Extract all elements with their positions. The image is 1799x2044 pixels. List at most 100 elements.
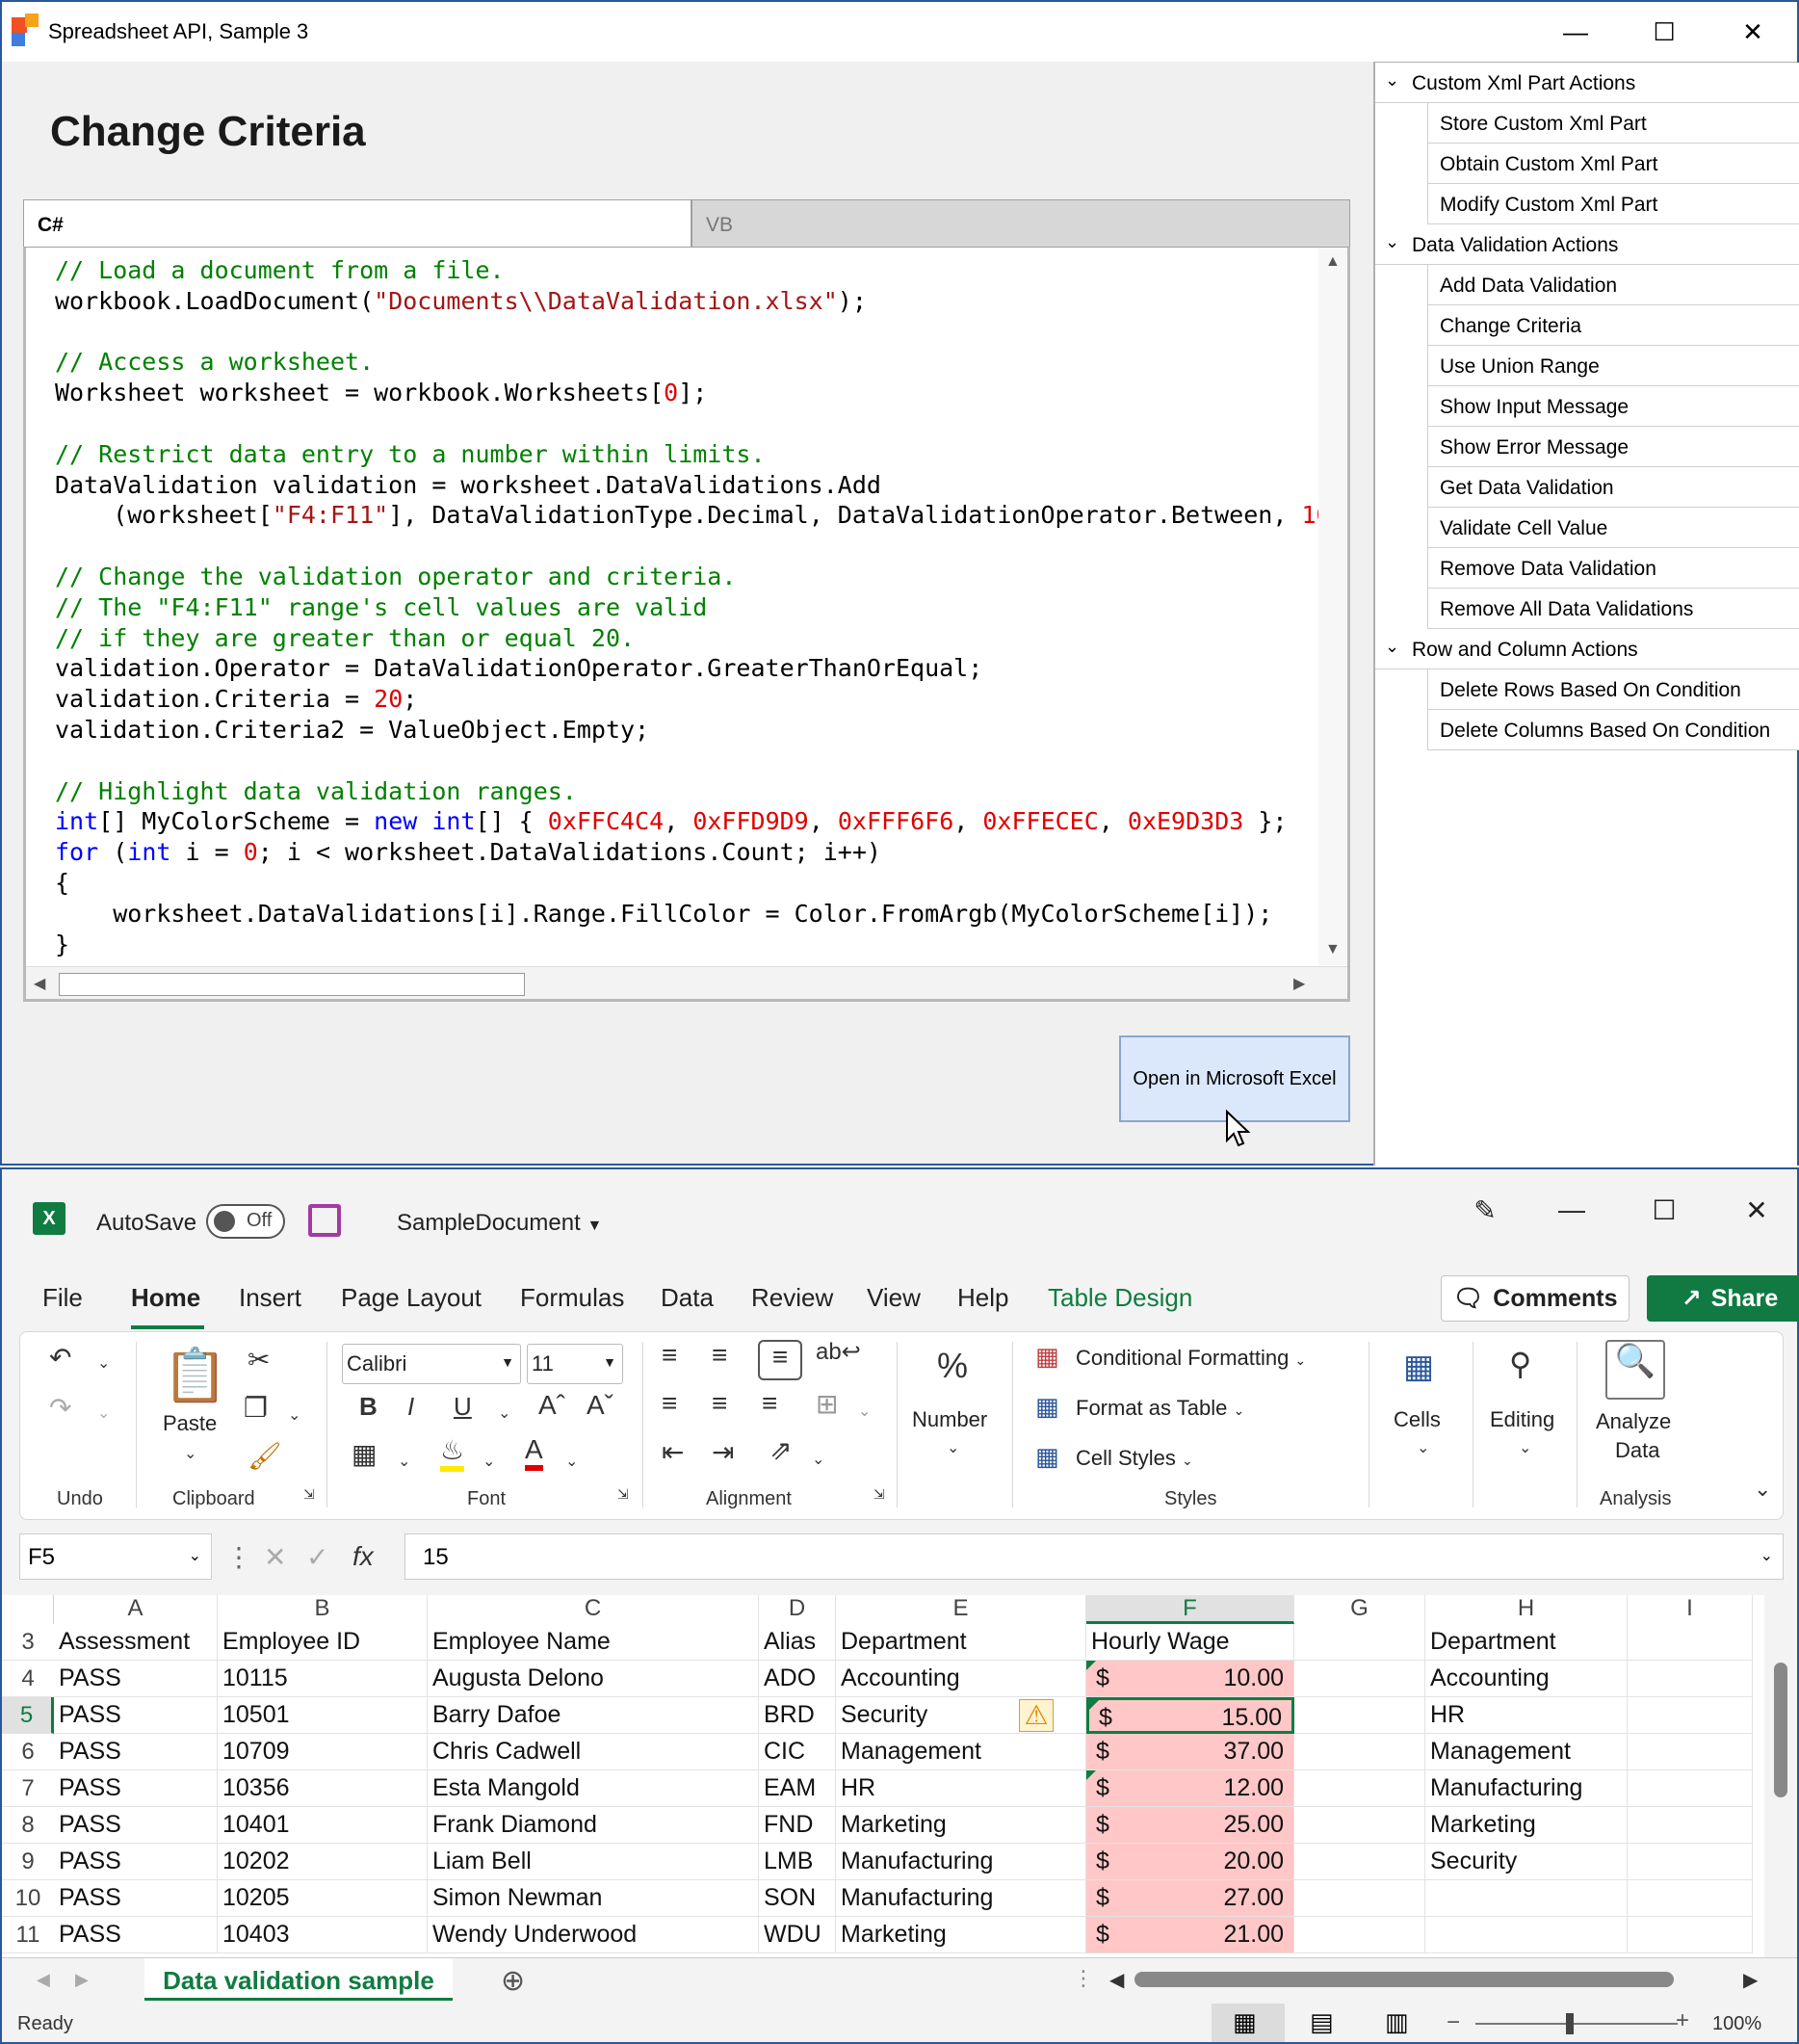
scroll-up-icon[interactable]: ▲ xyxy=(1325,253,1341,271)
align-center-icon[interactable]: ≡ xyxy=(712,1388,727,1419)
tree-leaf-item[interactable]: Remove All Data Validations xyxy=(1427,589,1799,629)
column-header[interactable]: C xyxy=(428,1595,759,1624)
grid-cell[interactable]: Barry Dafoe xyxy=(428,1697,759,1734)
redo-dropdown-icon[interactable]: ⌄ xyxy=(97,1403,110,1423)
autosave-toggle[interactable]: Off xyxy=(206,1204,285,1239)
name-box[interactable]: F5 ⌄ xyxy=(19,1533,212,1580)
grid-cell[interactable] xyxy=(1628,1770,1753,1807)
grid-cell[interactable] xyxy=(1628,1624,1753,1661)
active-cell[interactable]: $15.00 xyxy=(1086,1697,1294,1734)
paste-label[interactable]: Paste xyxy=(163,1411,217,1436)
grid-cell[interactable]: FND xyxy=(759,1807,836,1844)
tree-leaf-item[interactable]: Delete Rows Based On Condition xyxy=(1427,669,1799,710)
grid-cell[interactable] xyxy=(1294,1661,1425,1697)
grid-cell[interactable]: Marketing xyxy=(836,1807,1086,1844)
grid-cell[interactable] xyxy=(1425,1917,1628,1953)
scroll-down-icon[interactable]: ▼ xyxy=(1325,941,1341,958)
document-name-dropdown[interactable]: SampleDocument ▼ xyxy=(397,1210,602,1237)
grid-cell[interactable]: Hourly Wage xyxy=(1086,1624,1294,1661)
cell-styles-button[interactable]: Cell Styles ⌄ xyxy=(1076,1446,1193,1471)
close-button[interactable]: ✕ xyxy=(1708,2,1797,62)
zoom-in-icon[interactable]: + xyxy=(1676,2007,1689,2034)
align-right-icon[interactable]: ≡ xyxy=(762,1388,777,1419)
zoom-out-icon[interactable]: − xyxy=(1447,2009,1460,2036)
wage-cell[interactable]: $21.00 xyxy=(1086,1917,1294,1953)
italic-icon[interactable]: I xyxy=(407,1392,414,1422)
column-header[interactable]: H xyxy=(1425,1595,1628,1624)
grid-cell[interactable]: Esta Mangold xyxy=(428,1770,759,1807)
underline-icon[interactable]: U xyxy=(454,1392,472,1422)
grid-cell[interactable]: Assessment xyxy=(54,1624,218,1661)
ribbon-tab-data[interactable]: Data xyxy=(661,1283,714,1313)
align-middle-icon[interactable]: ≡ xyxy=(712,1340,727,1371)
grid-cell[interactable]: Marketing xyxy=(1425,1807,1628,1844)
cut-icon[interactable]: ✂ xyxy=(248,1344,270,1376)
enter-icon[interactable]: ✓ xyxy=(306,1541,328,1573)
tree-leaf-item[interactable]: Remove Data Validation xyxy=(1427,548,1799,589)
undo-icon[interactable]: ↶ xyxy=(49,1342,71,1374)
grid-cell[interactable]: 10115 xyxy=(218,1661,428,1697)
grid-cell[interactable] xyxy=(1628,1697,1753,1734)
orientation-dropdown-icon[interactable]: ⌄ xyxy=(812,1450,824,1469)
scroll-left-icon[interactable]: ◀ xyxy=(34,974,45,993)
grid-cell[interactable] xyxy=(1425,1880,1628,1917)
grid-cell[interactable]: ADO xyxy=(759,1661,836,1697)
grid-cell[interactable] xyxy=(1294,1844,1425,1880)
more-options-icon[interactable]: ⋮ xyxy=(225,1541,252,1573)
grid-cell[interactable] xyxy=(1294,1770,1425,1807)
grid-cell[interactable]: PASS xyxy=(54,1917,218,1953)
page-layout-view-icon[interactable]: ▤ xyxy=(1310,2007,1334,2037)
increase-indent-icon[interactable]: ⇥ xyxy=(712,1436,734,1468)
row-header[interactable]: 9 xyxy=(2,1844,54,1880)
share-button[interactable]: ↗ Share xyxy=(1647,1275,1799,1322)
grid-cell[interactable]: Employee Name xyxy=(428,1624,759,1661)
designer-pen-icon[interactable]: ✎ xyxy=(1456,1194,1514,1243)
tree-group-item[interactable]: ⌄ Custom Xml Part Actions xyxy=(1375,63,1799,103)
grid-cell[interactable]: PASS xyxy=(54,1661,218,1697)
grid-cell[interactable]: PASS xyxy=(54,1880,218,1917)
grid-cell[interactable] xyxy=(1628,1880,1753,1917)
search-icon[interactable]: ⚲ xyxy=(1509,1346,1531,1382)
undo-dropdown-icon[interactable]: ⌄ xyxy=(97,1353,110,1373)
grid-cell[interactable]: Manufacturing xyxy=(1425,1770,1628,1807)
chevron-down-icon[interactable]: ⌄ xyxy=(1385,232,1399,252)
grid-cell[interactable]: CIC xyxy=(759,1734,836,1770)
grid-cell[interactable]: EAM xyxy=(759,1770,836,1807)
borders-dropdown-icon[interactable]: ⌄ xyxy=(398,1452,410,1471)
cells-dropdown-icon[interactable]: ⌄ xyxy=(1417,1438,1429,1457)
analyze-label-line2[interactable]: Data xyxy=(1615,1438,1659,1463)
tab-csharp[interactable]: C# xyxy=(23,199,691,248)
zoom-slider-track[interactable] xyxy=(1475,2023,1678,2025)
grid-cell[interactable]: 10356 xyxy=(218,1770,428,1807)
tree-group-item[interactable]: ⌄ Row and Column Actions xyxy=(1375,629,1799,669)
grid-cell[interactable] xyxy=(1628,1807,1753,1844)
grid-cell[interactable]: 10709 xyxy=(218,1734,428,1770)
select-all-corner[interactable] xyxy=(2,1595,54,1624)
merge-center-icon[interactable]: ⊞ xyxy=(816,1388,838,1420)
grid-cell[interactable]: Department xyxy=(836,1624,1086,1661)
close-button[interactable]: ✕ xyxy=(1728,1194,1786,1243)
grid-cell[interactable]: WDU xyxy=(759,1917,836,1953)
column-header[interactable]: I xyxy=(1628,1595,1753,1624)
grid-cell[interactable]: PASS xyxy=(54,1734,218,1770)
minimize-button[interactable]: — xyxy=(1543,1194,1601,1243)
tree-leaf-item[interactable]: Obtain Custom Xml Part xyxy=(1427,144,1799,184)
grid-cell[interactable] xyxy=(1294,1697,1425,1734)
grid-cell[interactable]: 10501 xyxy=(218,1697,428,1734)
column-header[interactable]: E xyxy=(836,1595,1086,1624)
cells-icon[interactable]: ▦ xyxy=(1403,1348,1434,1386)
grid-cell[interactable]: 10403 xyxy=(218,1917,428,1953)
tree-leaf-item[interactable]: Store Custom Xml Part xyxy=(1427,103,1799,144)
wage-cell[interactable]: $37.00 xyxy=(1086,1734,1294,1770)
sheet-tab[interactable]: Data validation sample xyxy=(144,1958,453,2001)
grid-cell[interactable]: 10202 xyxy=(218,1844,428,1880)
conditional-formatting-button[interactable]: Conditional Formatting ⌄ xyxy=(1076,1346,1306,1371)
grid-cell[interactable] xyxy=(1628,1917,1753,1953)
wage-cell[interactable]: $27.00 xyxy=(1086,1880,1294,1917)
cell-styles-icon[interactable]: ▦ xyxy=(1035,1442,1059,1472)
grid-cell[interactable]: Augusta Delono xyxy=(428,1661,759,1697)
scroll-left-icon[interactable]: ◀ xyxy=(1109,1968,1124,1992)
fill-color-dropdown-icon[interactable]: ⌄ xyxy=(482,1452,495,1471)
grid-cell[interactable]: Marketing xyxy=(836,1917,1086,1953)
grid-cell[interactable] xyxy=(1294,1734,1425,1770)
